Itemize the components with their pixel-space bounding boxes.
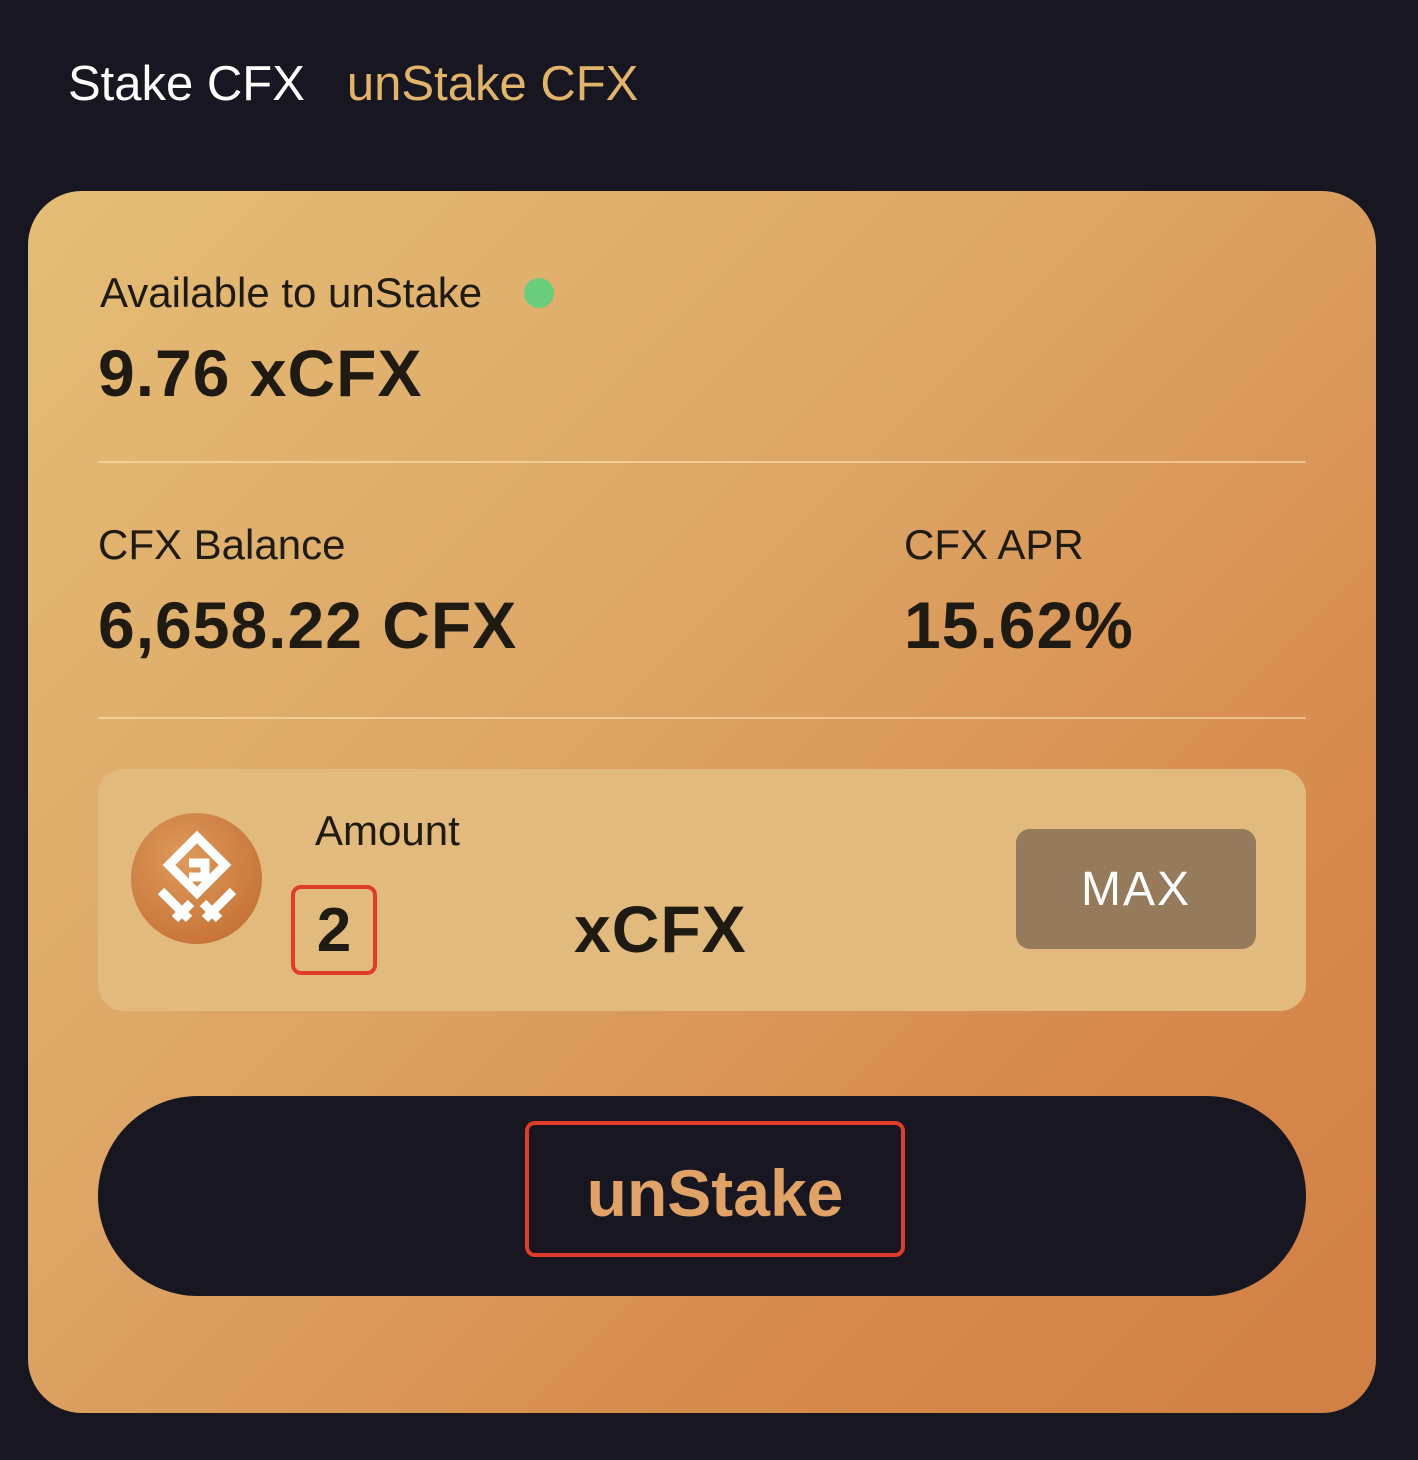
available-label: Available to unStake	[100, 269, 483, 316]
tab-bar: Stake CFX unStake CFX	[68, 52, 638, 116]
unstake-button[interactable]: unStake	[98, 1096, 1306, 1296]
divider	[98, 717, 1306, 719]
cfx-balance-value: 6,658.22 CFX	[98, 588, 518, 662]
cfx-balance-label: CFX Balance	[98, 521, 346, 568]
tab-stake-cfx[interactable]: Stake CFX	[68, 52, 305, 116]
xcfx-token-icon	[131, 813, 262, 944]
available-value: 9.76 xCFX	[98, 336, 423, 410]
tab-unstake-cfx[interactable]: unStake CFX	[347, 52, 638, 116]
unstake-label: unStake	[586, 1156, 844, 1230]
amount-label: Amount	[315, 807, 460, 854]
cfx-apr-value: 15.62%	[904, 588, 1134, 662]
unstake-label-highlight: unStake	[525, 1121, 905, 1257]
amount-unit: xCFX	[574, 892, 747, 966]
status-dot	[524, 278, 554, 308]
amount-panel: Amount xCFX MAX	[98, 769, 1306, 1011]
cfx-apr-label: CFX APR	[904, 521, 1084, 568]
amount-input[interactable]	[291, 885, 377, 975]
divider	[98, 461, 1306, 463]
unstake-card: Available to unStake 9.76 xCFX CFX Balan…	[28, 191, 1376, 1413]
max-button[interactable]: MAX	[1016, 829, 1256, 949]
